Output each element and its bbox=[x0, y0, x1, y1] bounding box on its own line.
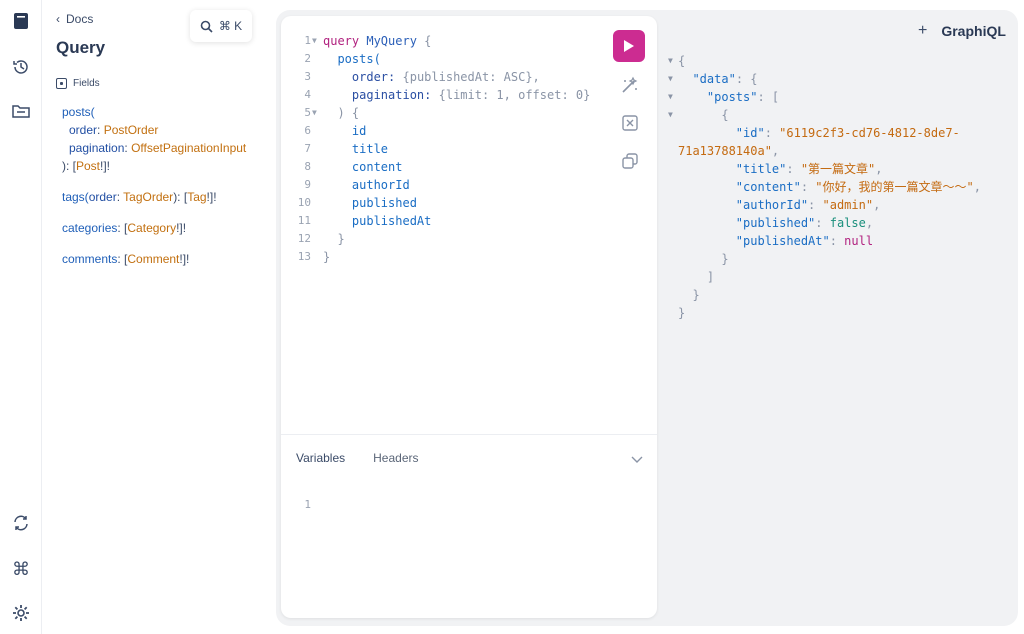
tab-headers[interactable]: Headers bbox=[373, 451, 418, 465]
variables-editor[interactable]: 1 bbox=[281, 496, 657, 514]
search-shortcut: ⌘ K bbox=[218, 19, 243, 33]
code-line: 9 authorId bbox=[304, 178, 410, 192]
merge-fragments-icon[interactable] bbox=[619, 112, 641, 134]
code-line: 11 publishedAt bbox=[297, 214, 432, 228]
field-posts: posts( order: PostOrder pagination: Offs… bbox=[62, 105, 247, 173]
type-tagorder[interactable]: TagOrder bbox=[123, 190, 173, 204]
field-tags: tags(order: TagOrder): [Tag!]! bbox=[62, 190, 217, 204]
search-icon bbox=[200, 20, 213, 33]
code-line: 7 title bbox=[304, 142, 389, 156]
refetch-schema-icon[interactable] bbox=[8, 510, 34, 536]
arg-order[interactable]: order bbox=[69, 123, 97, 137]
graphiql-logo: GraphiQL bbox=[941, 23, 1006, 39]
copy-icon[interactable] bbox=[619, 150, 641, 172]
code-line: 4 pagination: {limit: 1, offset: 0} bbox=[304, 88, 591, 102]
field-comments-name[interactable]: comments bbox=[62, 252, 117, 266]
explorer-icon[interactable] bbox=[8, 98, 34, 124]
code-line: 5 ▼ ) { bbox=[304, 106, 360, 120]
field-categories: categories: [Category!]! bbox=[62, 221, 187, 235]
run-query-button[interactable] bbox=[613, 30, 645, 62]
code-line: 10 published bbox=[297, 196, 417, 210]
type-comment[interactable]: Comment bbox=[127, 252, 179, 266]
chevron-down-icon[interactable] bbox=[631, 451, 643, 469]
field-categories-name[interactable]: categories bbox=[62, 221, 117, 235]
sidebar-rail: ⌘ bbox=[0, 0, 42, 634]
type-post[interactable]: Post bbox=[76, 159, 100, 173]
query-editor[interactable]: 1 ▼ query MyQuery { 2 posts( 3 order: {pub… bbox=[281, 32, 601, 266]
code-line: 8 content bbox=[304, 160, 403, 174]
arg-tags-order[interactable]: order bbox=[89, 190, 117, 204]
code-line: 1 ▼ query MyQuery { bbox=[304, 34, 432, 48]
query-editor-card: 1 ▼ query MyQuery { 2 posts( 3 order: {pub… bbox=[281, 16, 657, 618]
docs-back-label: Docs bbox=[66, 12, 94, 26]
docs-explorer: ‹ Docs Query Fields posts( order: PostOr… bbox=[43, 0, 275, 634]
docs-icon[interactable] bbox=[8, 8, 34, 34]
page-title: Query bbox=[56, 38, 106, 57]
graphiql-app: ⌘ ‹ Docs Query Fields posts( order: Post… bbox=[0, 0, 1024, 634]
prettify-icon[interactable] bbox=[619, 74, 641, 96]
settings-icon[interactable] bbox=[8, 600, 34, 626]
chevron-left-icon: ‹ bbox=[56, 12, 60, 26]
docs-back-link[interactable]: ‹ Docs bbox=[56, 12, 93, 26]
fields-header: Fields bbox=[56, 78, 100, 89]
code-line: 2 posts( bbox=[304, 52, 381, 66]
arg-pagination[interactable]: pagination bbox=[69, 141, 124, 155]
type-offsetpaginationinput[interactable]: OffsetPaginationInput bbox=[131, 141, 246, 155]
tab-variables[interactable]: Variables bbox=[296, 451, 345, 465]
editor-tools-bar: Variables Headers bbox=[281, 434, 657, 480]
code-line: 13} bbox=[297, 250, 331, 264]
type-tag[interactable]: Tag bbox=[187, 190, 206, 204]
docs-search-button[interactable]: ⌘ K bbox=[190, 10, 252, 42]
code-line: 6 id bbox=[304, 124, 367, 138]
type-postorder[interactable]: PostOrder bbox=[104, 123, 159, 137]
fields-icon bbox=[56, 78, 67, 89]
history-icon[interactable] bbox=[8, 54, 34, 80]
code-line: 3 order: {publishedAt: ASC}, bbox=[304, 70, 540, 84]
add-tab-button[interactable]: + bbox=[918, 22, 927, 40]
field-comments: comments: [Comment!]! bbox=[62, 252, 190, 266]
code-line: 12 } bbox=[297, 232, 345, 246]
field-posts-name[interactable]: posts( bbox=[62, 105, 95, 119]
type-category[interactable]: Category bbox=[127, 221, 176, 235]
result-viewer[interactable]: ▼{ ▼ "data": { ▼ "posts": [ ▼ { "id": "6… bbox=[664, 52, 1014, 322]
play-icon bbox=[624, 40, 634, 52]
shortcuts-icon[interactable]: ⌘ bbox=[8, 556, 34, 582]
brand-header: + GraphiQL bbox=[918, 22, 1006, 40]
field-tags-name[interactable]: tags( bbox=[62, 190, 89, 204]
fields-label: Fields bbox=[73, 78, 100, 89]
